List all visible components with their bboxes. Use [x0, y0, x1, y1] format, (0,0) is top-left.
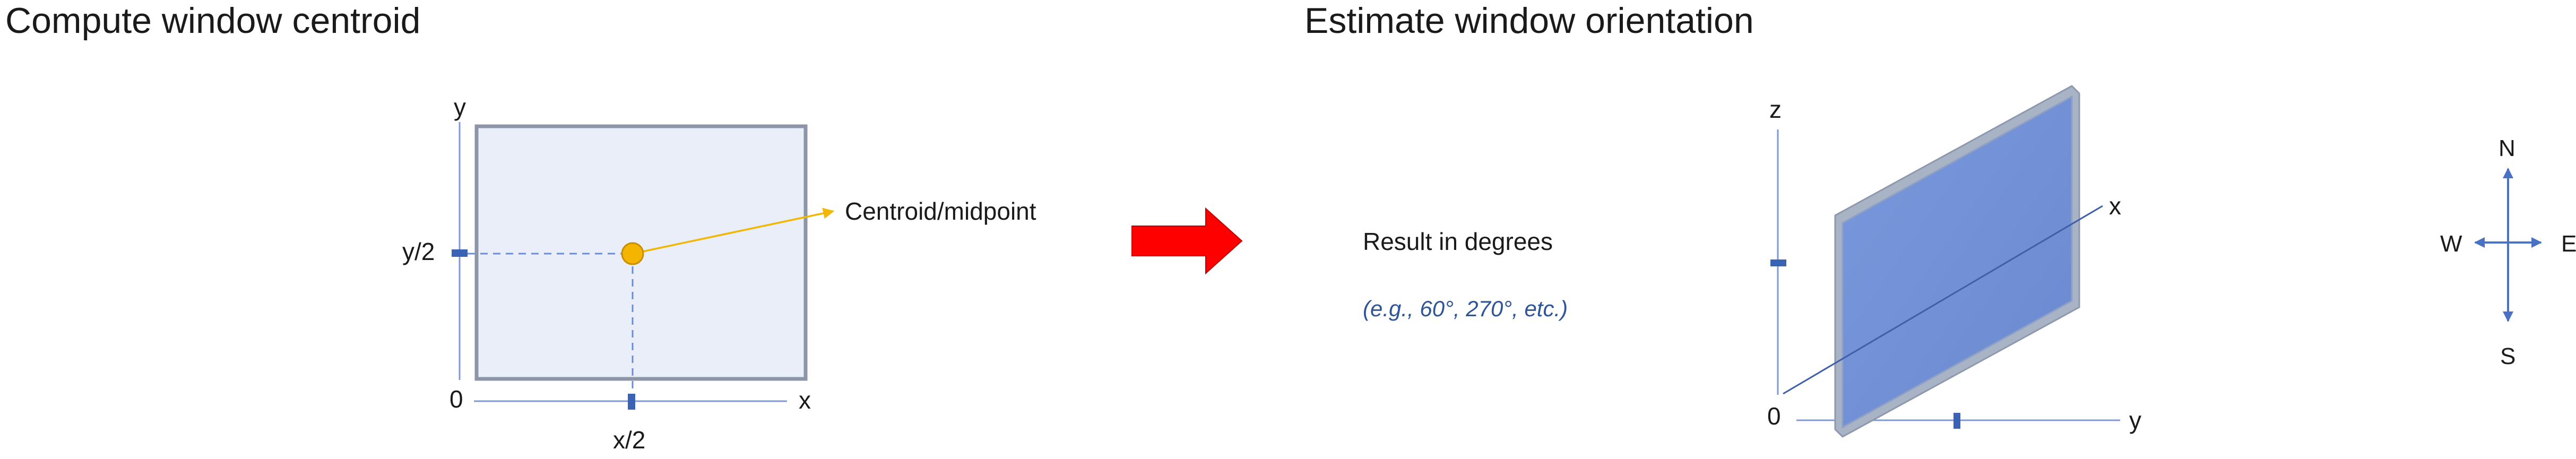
- window-pane: [1842, 95, 2073, 429]
- y-half-marker: [452, 249, 468, 257]
- centroid-diagram: y x 0 y/2 x/2 Centroid/midpoint: [402, 93, 1036, 454]
- y-axis-label: y: [454, 93, 466, 121]
- x-axis-label-3d: x: [2109, 192, 2121, 220]
- y-axis-marker-3d: [1953, 413, 1960, 429]
- result-block: Result in degrees (e.g., 60°, 270°, etc.…: [1363, 228, 1568, 321]
- result-heading: Result in degrees: [1363, 228, 1553, 255]
- origin-label-3d: 0: [1767, 402, 1781, 430]
- compass-west-label: W: [2440, 231, 2462, 257]
- centroid-callout-label: Centroid/midpoint: [845, 197, 1036, 225]
- compass: N S E W: [2440, 135, 2576, 369]
- centroid-dot: [621, 242, 644, 265]
- x-half-marker: [628, 394, 635, 410]
- y-half-label: y/2: [402, 238, 435, 265]
- x-half-label: x/2: [613, 426, 645, 454]
- orientation-diagram: z x y 0: [1767, 85, 2141, 438]
- origin-label: 0: [449, 385, 463, 413]
- y-axis-label-3d: y: [2129, 406, 2141, 434]
- compass-east-label: E: [2561, 231, 2576, 257]
- x-axis-label: x: [799, 386, 811, 414]
- compass-north-label: N: [2499, 135, 2516, 161]
- z-axis-marker: [1770, 259, 1786, 266]
- transition-arrow: [1131, 207, 1243, 275]
- compass-south-label: S: [2500, 343, 2516, 369]
- z-axis-label: z: [1769, 96, 1782, 123]
- diagram-canvas: y x 0 y/2 x/2 Centroid/midpoint Result i…: [402, 85, 2576, 454]
- result-example: (e.g., 60°, 270°, etc.): [1363, 296, 1568, 321]
